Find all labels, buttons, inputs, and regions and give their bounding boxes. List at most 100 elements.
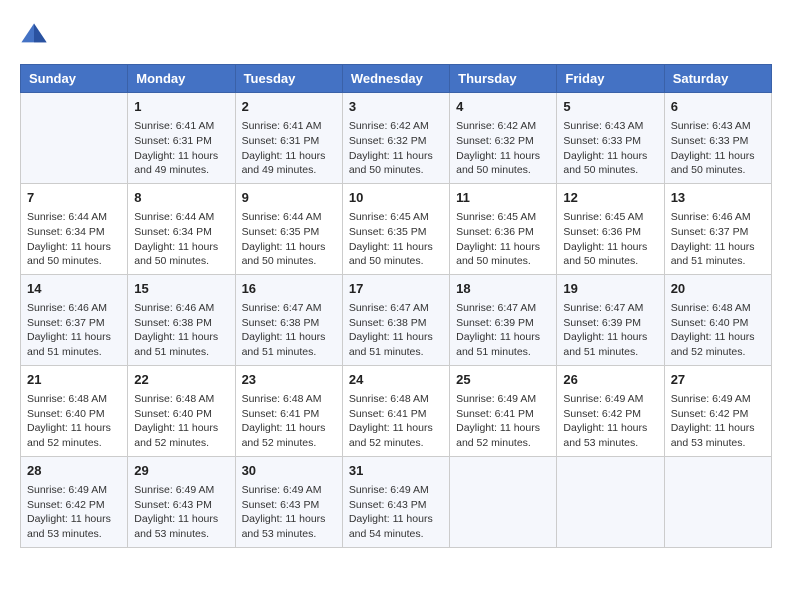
- day-cell: 29 Sunrise: 6:49 AM Sunset: 6:43 PM Dayli…: [128, 456, 235, 547]
- day-number: 10: [349, 189, 443, 207]
- calendar-header: SundayMondayTuesdayWednesdayThursdayFrid…: [21, 65, 772, 93]
- day-info: Sunrise: 6:46 AM Sunset: 6:37 PM Dayligh…: [671, 210, 765, 269]
- page-header: [20, 20, 772, 48]
- day-cell: 15 Sunrise: 6:46 AM Sunset: 6:38 PM Dayli…: [128, 274, 235, 365]
- day-cell: 8 Sunrise: 6:44 AM Sunset: 6:34 PM Daylig…: [128, 183, 235, 274]
- calendar-table: SundayMondayTuesdayWednesdayThursdayFrid…: [20, 64, 772, 548]
- day-cell: [21, 93, 128, 184]
- day-cell: 20 Sunrise: 6:48 AM Sunset: 6:40 PM Dayli…: [664, 274, 771, 365]
- day-cell: 18 Sunrise: 6:47 AM Sunset: 6:39 PM Dayli…: [450, 274, 557, 365]
- day-number: 3: [349, 98, 443, 116]
- day-info: Sunrise: 6:47 AM Sunset: 6:38 PM Dayligh…: [349, 301, 443, 360]
- day-number: 20: [671, 280, 765, 298]
- day-cell: 1 Sunrise: 6:41 AM Sunset: 6:31 PM Daylig…: [128, 93, 235, 184]
- col-header-monday: Monday: [128, 65, 235, 93]
- day-info: Sunrise: 6:48 AM Sunset: 6:40 PM Dayligh…: [134, 392, 228, 451]
- day-number: 25: [456, 371, 550, 389]
- week-row-1: 1 Sunrise: 6:41 AM Sunset: 6:31 PM Daylig…: [21, 93, 772, 184]
- day-cell: 27Sunrise: 6:49 AM Sunset: 6:42 PM Dayli…: [664, 365, 771, 456]
- day-info: Sunrise: 6:49 AM Sunset: 6:43 PM Dayligh…: [134, 483, 228, 542]
- day-number: 5: [563, 98, 657, 116]
- day-info: Sunrise: 6:45 AM Sunset: 6:36 PM Dayligh…: [456, 210, 550, 269]
- week-row-2: 7 Sunrise: 6:44 AM Sunset: 6:34 PM Daylig…: [21, 183, 772, 274]
- day-cell: 5 Sunrise: 6:43 AM Sunset: 6:33 PM Daylig…: [557, 93, 664, 184]
- day-info: Sunrise: 6:44 AM Sunset: 6:34 PM Dayligh…: [134, 210, 228, 269]
- day-cell: 2 Sunrise: 6:41 AM Sunset: 6:31 PM Daylig…: [235, 93, 342, 184]
- logo-icon: [20, 20, 48, 48]
- col-header-saturday: Saturday: [664, 65, 771, 93]
- col-header-friday: Friday: [557, 65, 664, 93]
- day-number: 15: [134, 280, 228, 298]
- day-cell: [664, 456, 771, 547]
- day-info: Sunrise: 6:42 AM Sunset: 6:32 PM Dayligh…: [456, 119, 550, 178]
- day-cell: 31Sunrise: 6:49 AM Sunset: 6:43 PM Dayli…: [342, 456, 449, 547]
- day-number: 11: [456, 189, 550, 207]
- day-cell: 28 Sunrise: 6:49 AM Sunset: 6:42 PM Dayli…: [21, 456, 128, 547]
- day-cell: 26Sunrise: 6:49 AM Sunset: 6:42 PM Dayli…: [557, 365, 664, 456]
- day-number: 7: [27, 189, 121, 207]
- day-info: Sunrise: 6:48 AM Sunset: 6:41 PM Dayligh…: [349, 392, 443, 451]
- day-number: 12: [563, 189, 657, 207]
- day-info: Sunrise: 6:48 AM Sunset: 6:41 PM Dayligh…: [242, 392, 336, 451]
- day-number: 30: [242, 462, 336, 480]
- day-number: 9: [242, 189, 336, 207]
- day-info: Sunrise: 6:46 AM Sunset: 6:38 PM Dayligh…: [134, 301, 228, 360]
- day-info: Sunrise: 6:49 AM Sunset: 6:42 PM Dayligh…: [27, 483, 121, 542]
- day-cell: 6 Sunrise: 6:43 AM Sunset: 6:33 PM Daylig…: [664, 93, 771, 184]
- col-header-thursday: Thursday: [450, 65, 557, 93]
- day-number: 28: [27, 462, 121, 480]
- day-cell: 22 Sunrise: 6:48 AM Sunset: 6:40 PM Dayli…: [128, 365, 235, 456]
- day-cell: 25 Sunrise: 6:49 AM Sunset: 6:41 PM Dayli…: [450, 365, 557, 456]
- day-info: Sunrise: 6:45 AM Sunset: 6:36 PM Dayligh…: [563, 210, 657, 269]
- day-number: 16: [242, 280, 336, 298]
- day-cell: 12 Sunrise: 6:45 AM Sunset: 6:36 PM Dayli…: [557, 183, 664, 274]
- day-cell: 17 Sunrise: 6:47 AM Sunset: 6:38 PM Dayli…: [342, 274, 449, 365]
- day-number: 4: [456, 98, 550, 116]
- day-cell: 13 Sunrise: 6:46 AM Sunset: 6:37 PM Dayli…: [664, 183, 771, 274]
- day-number: 1: [134, 98, 228, 116]
- day-info: Sunrise: 6:45 AM Sunset: 6:35 PM Dayligh…: [349, 210, 443, 269]
- col-header-sunday: Sunday: [21, 65, 128, 93]
- day-cell: 4 Sunrise: 6:42 AM Sunset: 6:32 PM Daylig…: [450, 93, 557, 184]
- day-info: Sunrise: 6:41 AM Sunset: 6:31 PM Dayligh…: [134, 119, 228, 178]
- day-number: 13: [671, 189, 765, 207]
- day-cell: 9 Sunrise: 6:44 AM Sunset: 6:35 PM Daylig…: [235, 183, 342, 274]
- day-number: 21: [27, 371, 121, 389]
- week-row-4: 21 Sunrise: 6:48 AM Sunset: 6:40 PM Dayli…: [21, 365, 772, 456]
- day-cell: [557, 456, 664, 547]
- day-info: Sunrise: 6:49 AM Sunset: 6:41 PM Dayligh…: [456, 392, 550, 451]
- day-number: 22: [134, 371, 228, 389]
- day-number: 17: [349, 280, 443, 298]
- day-cell: 11 Sunrise: 6:45 AM Sunset: 6:36 PM Dayli…: [450, 183, 557, 274]
- day-cell: 23 Sunrise: 6:48 AM Sunset: 6:41 PM Dayli…: [235, 365, 342, 456]
- week-row-3: 14Sunrise: 6:46 AM Sunset: 6:37 PM Dayli…: [21, 274, 772, 365]
- day-info: Sunrise: 6:42 AM Sunset: 6:32 PM Dayligh…: [349, 119, 443, 178]
- day-number: 2: [242, 98, 336, 116]
- day-info: Sunrise: 6:44 AM Sunset: 6:35 PM Dayligh…: [242, 210, 336, 269]
- day-number: 26: [563, 371, 657, 389]
- day-cell: 30Sunrise: 6:49 AM Sunset: 6:43 PM Dayli…: [235, 456, 342, 547]
- day-number: 8: [134, 189, 228, 207]
- day-info: Sunrise: 6:44 AM Sunset: 6:34 PM Dayligh…: [27, 210, 121, 269]
- day-number: 18: [456, 280, 550, 298]
- day-number: 23: [242, 371, 336, 389]
- day-info: Sunrise: 6:43 AM Sunset: 6:33 PM Dayligh…: [563, 119, 657, 178]
- day-cell: 21Sunrise: 6:48 AM Sunset: 6:40 PM Dayli…: [21, 365, 128, 456]
- day-cell: 7 Sunrise: 6:44 AM Sunset: 6:34 PM Daylig…: [21, 183, 128, 274]
- day-info: Sunrise: 6:46 AM Sunset: 6:37 PM Dayligh…: [27, 301, 121, 360]
- col-header-wednesday: Wednesday: [342, 65, 449, 93]
- logo: [20, 20, 52, 48]
- day-number: 6: [671, 98, 765, 116]
- day-info: Sunrise: 6:48 AM Sunset: 6:40 PM Dayligh…: [671, 301, 765, 360]
- day-info: Sunrise: 6:43 AM Sunset: 6:33 PM Dayligh…: [671, 119, 765, 178]
- day-number: 27: [671, 371, 765, 389]
- day-info: Sunrise: 6:47 AM Sunset: 6:38 PM Dayligh…: [242, 301, 336, 360]
- day-cell: 10 Sunrise: 6:45 AM Sunset: 6:35 PM Dayli…: [342, 183, 449, 274]
- week-row-5: 28 Sunrise: 6:49 AM Sunset: 6:42 PM Dayli…: [21, 456, 772, 547]
- day-info: Sunrise: 6:49 AM Sunset: 6:43 PM Dayligh…: [349, 483, 443, 542]
- day-info: Sunrise: 6:41 AM Sunset: 6:31 PM Dayligh…: [242, 119, 336, 178]
- day-number: 24: [349, 371, 443, 389]
- day-number: 29: [134, 462, 228, 480]
- day-cell: [450, 456, 557, 547]
- day-info: Sunrise: 6:47 AM Sunset: 6:39 PM Dayligh…: [456, 301, 550, 360]
